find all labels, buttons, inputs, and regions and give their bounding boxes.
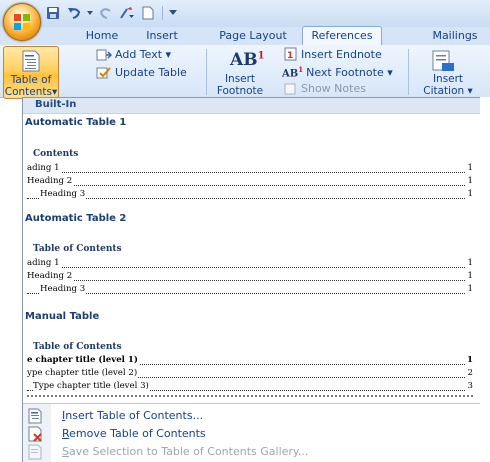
ribbon-group-separator: [206, 49, 207, 95]
section-title: Automatic Table 1: [25, 117, 127, 128]
add-text-button[interactable]: Add Text ▾: [96, 48, 171, 61]
next-footnote-icon: AB1: [282, 65, 304, 80]
toc-preview-line: ading 11: [27, 258, 473, 268]
insert-footnote-icon[interactable]: AB1: [230, 50, 265, 70]
insert-endnote-button[interactable]: 1 Insert Endnote: [282, 47, 382, 61]
update-table-button[interactable]: Update Table: [96, 66, 187, 79]
redo-icon[interactable]: [97, 4, 115, 22]
insert-citation-button[interactable]: Insert Citation ▾: [418, 73, 478, 97]
toc-preview-line: Heading 21: [27, 271, 473, 281]
insert-footnote-label-line2: Footnote: [216, 85, 264, 97]
remove-table-of-contents-menu-item[interactable]: Remove Table of Contents: [23, 425, 481, 443]
toc-preview-line: Heading 21: [27, 176, 473, 186]
add-text-label: Add Text ▾: [115, 48, 172, 61]
show-notes-button[interactable]: Show Notes: [282, 82, 366, 95]
toc-preview-line: ading 11: [27, 163, 473, 173]
ribbon: Table of Contents▾ Add Text ▾ Update Tab…: [0, 45, 490, 99]
gallery-header-label: Built-In: [35, 99, 77, 110]
menu-separator: [23, 403, 481, 404]
update-table-icon: [96, 66, 111, 78]
next-footnote-button[interactable]: AB1 Next Footnote ▾: [282, 65, 393, 79]
toc-preview-cutoff-line: [27, 395, 473, 400]
ribbon-tabs: Home Insert Page Layout References Maili…: [0, 26, 490, 46]
insert-toc-icon: [28, 408, 42, 424]
undo-icon[interactable]: [65, 4, 83, 22]
save-icon[interactable]: [44, 4, 62, 22]
show-notes-label: Show Notes: [301, 82, 366, 95]
insert-citation-icon[interactable]: [430, 49, 456, 73]
insert-citation-label-line2: Citation ▾: [423, 85, 473, 97]
insert-footnote-label-line1: Insert: [224, 73, 256, 85]
qat-separator: [162, 6, 163, 20]
insert-footnote-button[interactable]: Insert Footnote: [212, 73, 268, 97]
save-selection-icon: [28, 444, 42, 460]
toc-preview-heading: Table of Contents: [33, 244, 122, 254]
office-button[interactable]: [3, 3, 41, 41]
tab-mailings[interactable]: Mailings: [420, 27, 490, 45]
table-of-contents-gallery: Built-In Automatic Table 1 Contents adin…: [22, 97, 482, 462]
add-text-icon: [96, 49, 112, 60]
toc-preview-line: e chapter title (level 1) 1: [27, 355, 473, 365]
remove-toc-icon: [28, 426, 42, 442]
next-footnote-label: Next Footnote ▾: [306, 65, 393, 79]
toc-preview-heading: Contents: [33, 149, 79, 159]
quick-access-toolbar: [44, 3, 178, 23]
office-logo-icon: [14, 14, 30, 30]
save-selection-to-gallery-menu-item[interactable]: Save Selection to Table of Contents Gall…: [23, 443, 481, 461]
insert-endnote-label: Insert Endnote: [301, 47, 382, 61]
show-notes-icon: [284, 83, 296, 94]
toc-preview-line: Heading 31: [27, 189, 473, 201]
document-area[interactable]: [480, 97, 490, 462]
insert-table-of-contents-menu-item[interactable]: Insert Table of Contents...: [23, 407, 481, 425]
gallery-item-automatic-table-1[interactable]: Contents ading 11 Heading 21 Heading 31: [23, 131, 481, 205]
customize-arrow-icon[interactable]: [168, 4, 178, 22]
insert-citation-label-line1: Insert: [432, 73, 464, 85]
table-of-contents-icon: [22, 50, 40, 72]
section-title: Manual Table: [25, 311, 100, 322]
undo-dropdown-icon[interactable]: [86, 4, 94, 22]
gallery-item-automatic-table-2[interactable]: Table of Contents ading 11 Heading 21 He…: [23, 227, 481, 303]
tab-insert[interactable]: Insert: [140, 27, 184, 45]
table-of-contents-button[interactable]: Table of Contents▾: [3, 46, 59, 99]
tab-home[interactable]: Home: [80, 27, 124, 45]
gallery-header: Built-In: [23, 98, 481, 114]
format-painter-icon[interactable]: [118, 4, 136, 22]
toc-preview-line: Heading 31: [27, 284, 473, 296]
insert-endnote-icon: 1: [284, 47, 297, 61]
word-window: Home Insert Page Layout References Maili…: [0, 0, 490, 462]
tab-references[interactable]: References: [302, 26, 382, 46]
toc-preview-heading: Table of Contents: [33, 342, 122, 352]
new-document-icon[interactable]: [139, 4, 157, 22]
toc-button-label-line1: Table of: [10, 74, 52, 86]
tab-page-layout[interactable]: Page Layout: [214, 27, 292, 45]
section-title: Automatic Table 2: [25, 213, 127, 224]
update-table-label: Update Table: [115, 66, 187, 79]
toc-preview-line: ype chapter title (level 2) 2: [27, 368, 473, 378]
svg-text:1: 1: [287, 51, 293, 61]
toc-preview-line: Type chapter title (level 3) 3: [27, 381, 473, 393]
gallery-item-manual-table[interactable]: Table of Contents e chapter title (level…: [23, 325, 481, 401]
title-bar: [0, 0, 490, 28]
ribbon-group-separator: [408, 49, 409, 95]
